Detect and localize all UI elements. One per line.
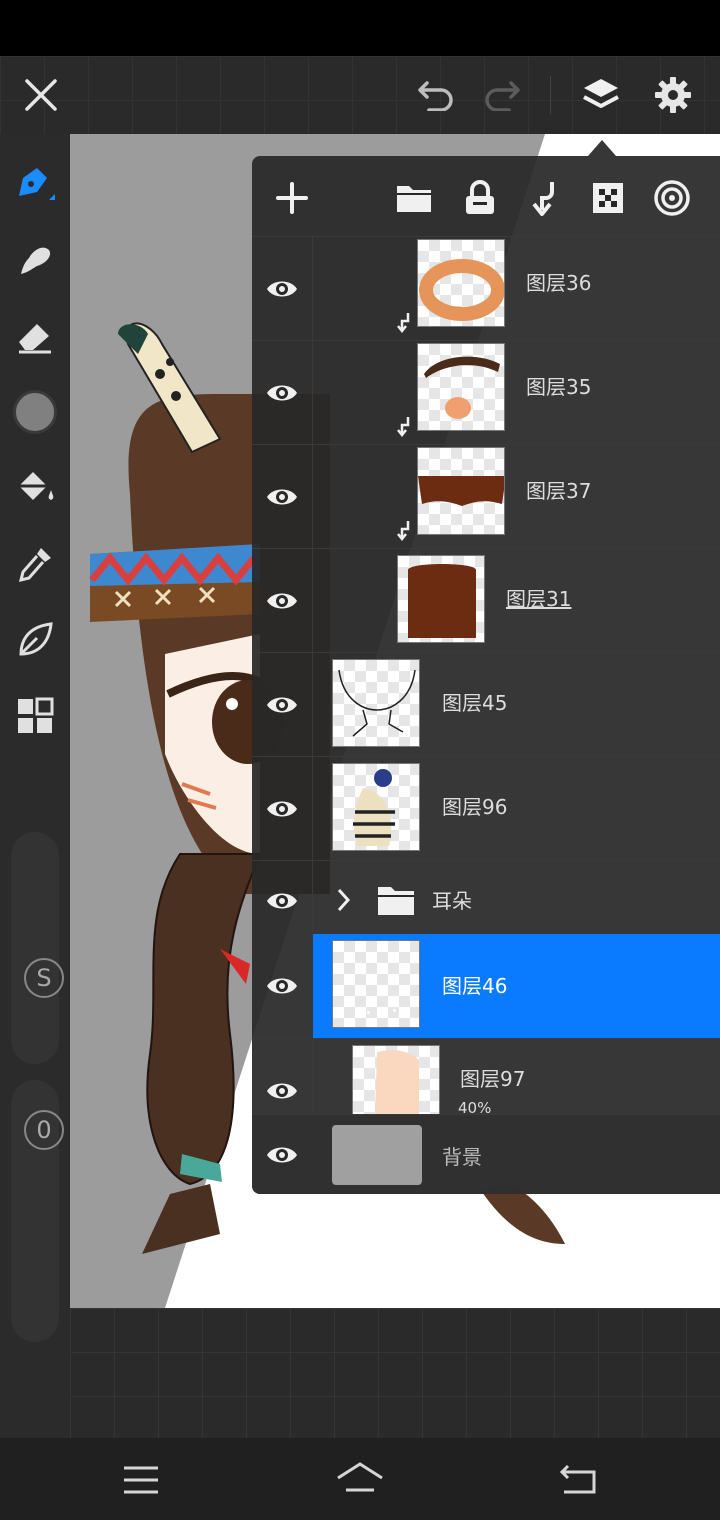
layer-row[interactable]: 图层31 [252,548,720,652]
leaf-icon[interactable] [0,610,70,670]
blend-icon[interactable] [650,176,694,220]
menu-icon[interactable] [118,1462,164,1498]
undo-icon[interactable] [414,74,460,116]
folder-icon [378,887,414,915]
home-icon[interactable] [334,1458,386,1502]
panel-pointer [588,140,616,156]
layer-row[interactable]: 图层37 [252,444,720,548]
layers-panel: 图层36 图层35 图层37 图层31 图层45 图层96 耳朵 图层46 图层… [252,156,720,1194]
eraser-icon[interactable] [0,306,70,366]
eye-icon[interactable] [262,373,302,413]
clip-icon[interactable] [522,176,566,220]
canvas-background-grid [70,1308,720,1438]
layer-thumbnail [417,343,505,431]
layer-name: 图层36 [526,271,592,295]
layer-name: 图层97 [460,1067,526,1091]
eye-icon[interactable] [262,966,302,1006]
eye-icon[interactable] [262,581,302,621]
brush-size-slider[interactable]: S [11,832,64,1064]
eye-icon[interactable] [262,789,302,829]
background-color-thumbnail [332,1125,422,1185]
layer-thumbnail [332,763,420,851]
layer-thumbnail [397,555,485,643]
layer-name: 图层45 [442,691,508,715]
layer-row[interactable]: 图层36 [252,236,720,340]
layer-row-background[interactable]: 背景 [252,1114,720,1194]
top-divider [550,76,551,114]
system-nav-bar [0,1438,720,1520]
lock-icon[interactable] [458,176,502,220]
layer-group-row[interactable]: 耳朵 [252,860,720,940]
layers-icon[interactable] [578,72,624,118]
layer-name: 背景 [442,1145,482,1169]
layer-thumbnail [352,1045,440,1115]
eye-icon[interactable] [262,477,302,517]
eye-icon[interactable] [262,269,302,309]
clip-indicator-icon [397,521,410,541]
layer-thumbnail [417,447,505,535]
close-icon[interactable] [18,72,64,118]
eyedropper-icon[interactable] [0,534,70,594]
layer-row[interactable]: 图层45 [252,652,720,756]
layer-name: 图层31 [506,587,572,611]
back-icon[interactable] [556,1460,602,1500]
transparency-icon[interactable] [586,176,630,220]
brush-size-label: S [24,958,64,998]
brush-opacity-slider[interactable]: 0 [11,1080,64,1342]
layer-name: 图层35 [526,375,592,399]
fill-bucket-icon[interactable] [0,458,70,518]
eye-icon[interactable] [262,685,302,725]
brush-opacity-label: 0 [24,1110,64,1150]
gear-icon[interactable] [650,72,696,118]
folder-icon[interactable] [392,176,436,220]
redo-icon[interactable] [478,74,524,116]
layer-group-name: 耳朵 [432,889,472,913]
top-bar [0,56,720,134]
pen-icon[interactable] [0,154,70,214]
layer-thumbnail [332,940,420,1028]
eye-icon[interactable] [262,1135,302,1175]
grid-icon[interactable] [0,686,70,746]
clip-indicator-icon [397,417,410,437]
layer-thumbnail [332,659,420,747]
layer-row[interactable]: 图层35 [252,340,720,444]
clip-indicator-icon [397,313,410,333]
layer-row[interactable]: 图层97 40% [252,1038,720,1117]
eye-icon[interactable] [262,881,302,921]
eye-icon[interactable] [262,1071,302,1111]
smudge-icon[interactable] [0,230,70,290]
layer-row[interactable]: 图层96 [252,756,720,860]
layer-thumbnail [417,239,505,327]
layer-row-selected[interactable]: 图层46 [252,934,720,1038]
layer-name: 图层37 [526,479,592,503]
tool-sidebar: S 0 [0,134,70,1438]
chevron-right-icon[interactable] [336,887,352,913]
layer-name: 图层46 [442,974,508,998]
color-swatch-icon[interactable] [0,382,70,442]
add-icon[interactable] [270,176,314,220]
status-bar [0,0,720,56]
layer-name: 图层96 [442,795,508,819]
